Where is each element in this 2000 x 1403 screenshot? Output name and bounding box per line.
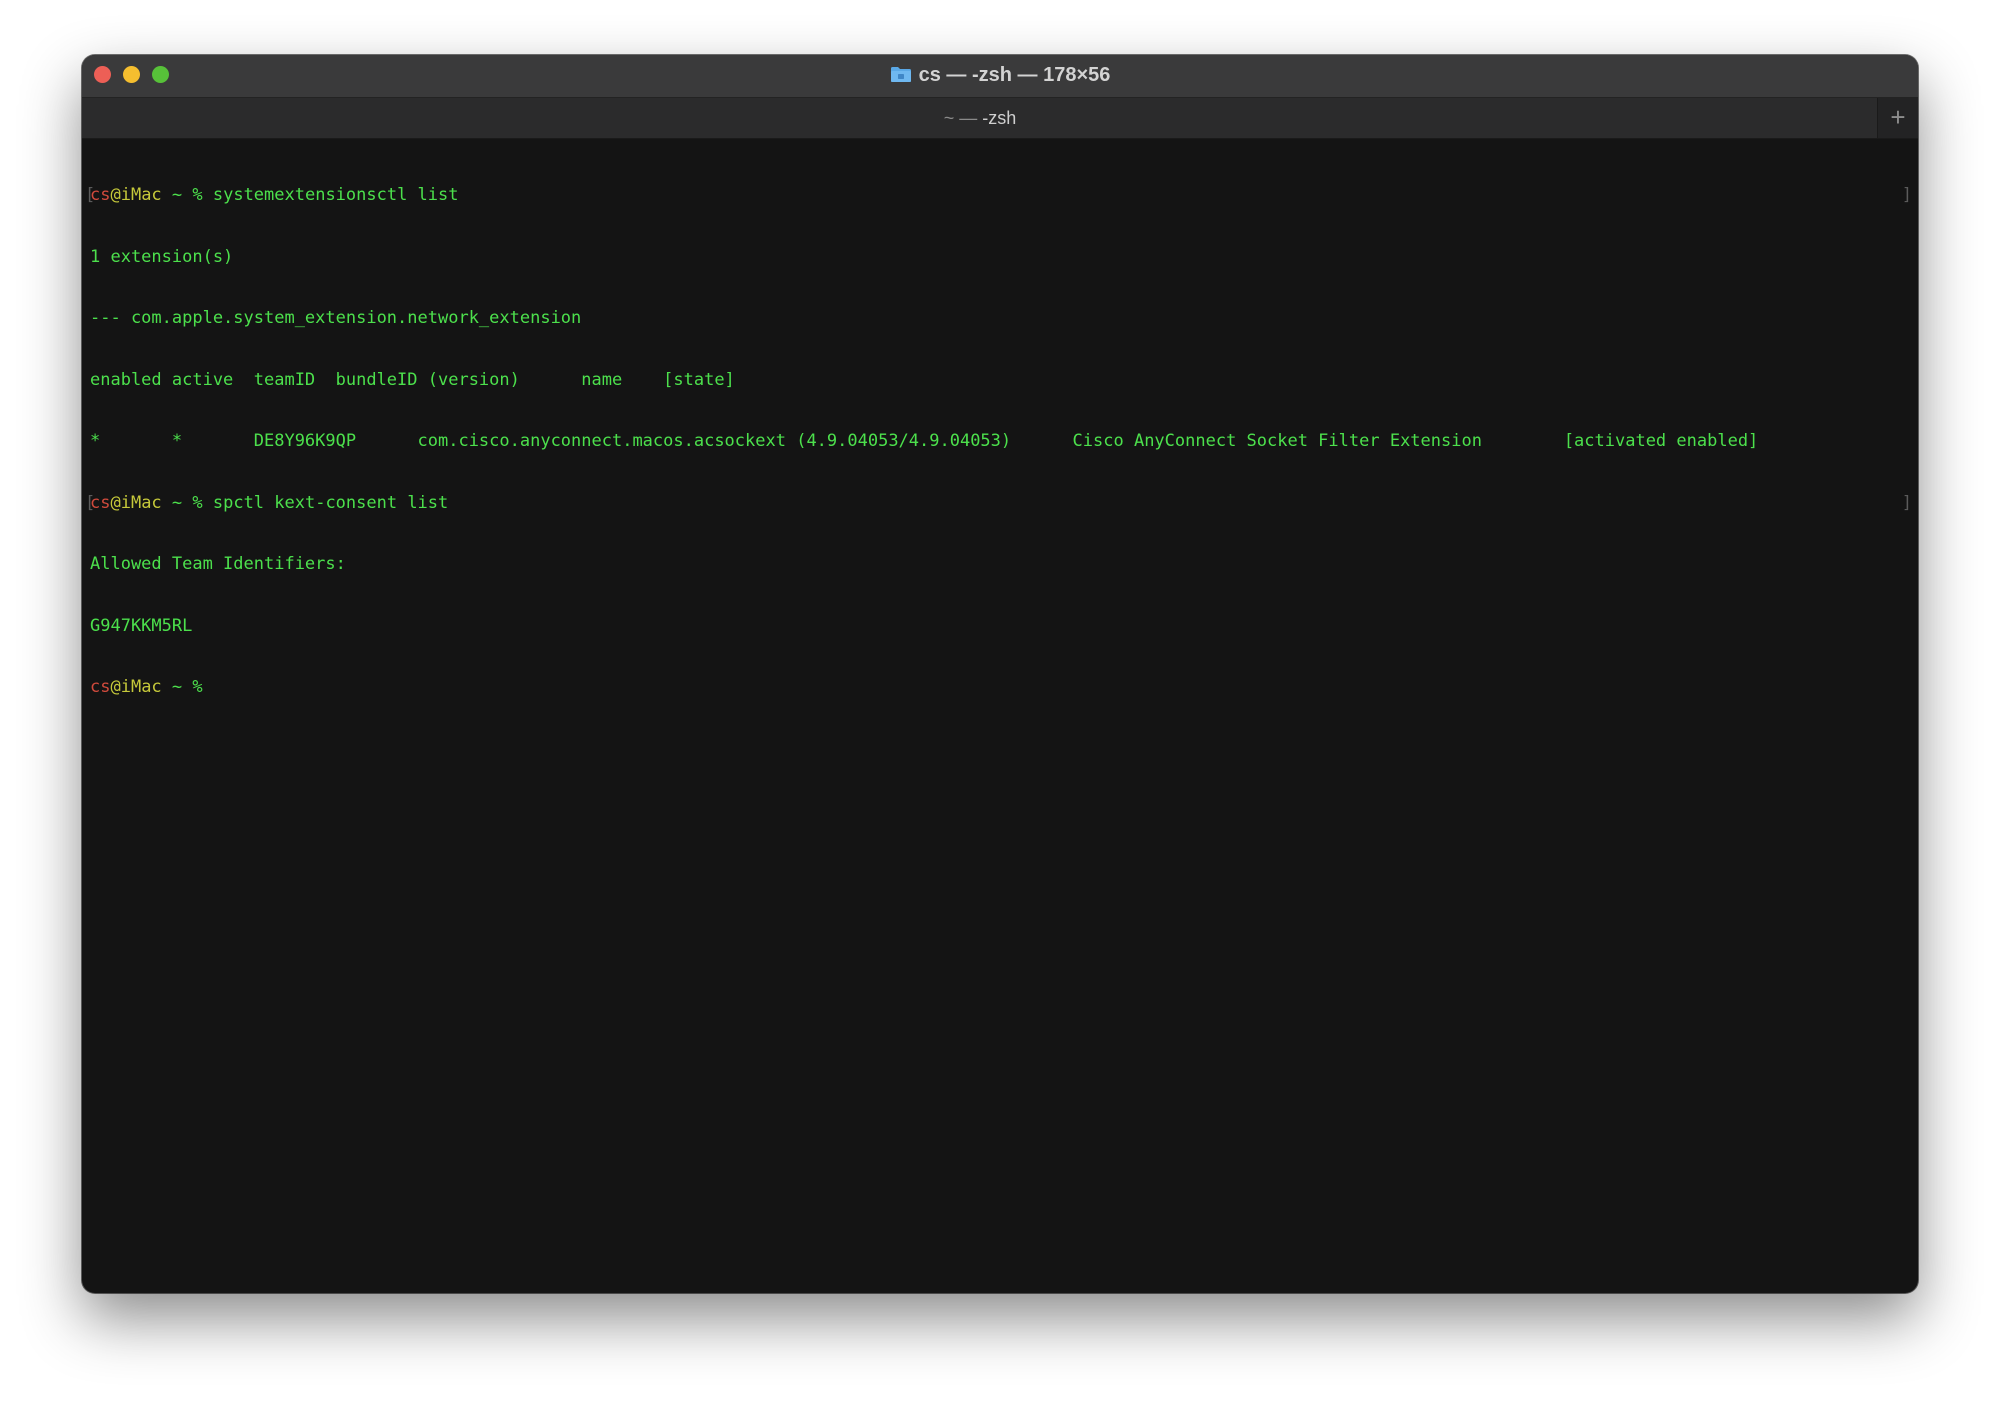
prompt-line[interactable]: cs@iMac ~ % xyxy=(90,677,1918,698)
mark-bracket-left: [ xyxy=(85,492,96,513)
prompt-symbol: ~ % xyxy=(161,677,213,697)
prompt-line: [cs@iMac ~ % spctl kext-consent list] xyxy=(85,492,1918,514)
tab-zsh[interactable]: ~ — -zsh xyxy=(82,98,1878,138)
command-text: systemextensionsctl list xyxy=(212,185,459,205)
output-line: G947KKM5RL xyxy=(90,615,193,636)
terminal-window: cs — -zsh — 178×56 ~ — -zsh + [cs@iMac ~… xyxy=(82,55,1918,1293)
mark-bracket-right: ] xyxy=(1901,185,1912,205)
prompt-host: @iMac xyxy=(110,185,162,205)
new-tab-button[interactable]: + xyxy=(1877,98,1918,138)
prompt-user: cs xyxy=(90,677,111,697)
output-line: enabled active teamID bundleID (version)… xyxy=(90,369,735,390)
prompt-host: @iMac xyxy=(110,492,162,513)
prompt-symbol: ~ % xyxy=(161,492,213,513)
prompt-line: [cs@iMac ~ % systemextensionsctl list] xyxy=(85,185,1918,206)
output-line: 1 extension(s) xyxy=(90,246,234,267)
window-title: cs — -zsh — 178×56 xyxy=(82,62,1918,88)
mark-bracket-left: [ xyxy=(85,185,96,205)
tab-separator: — xyxy=(959,108,978,128)
folder-icon xyxy=(890,66,912,83)
prompt-host: @iMac xyxy=(110,677,162,697)
output-line: Allowed Team Identifiers: xyxy=(90,554,346,574)
prompt-symbol: ~ % xyxy=(161,185,213,205)
window-title-text: cs — -zsh — 178×56 xyxy=(918,64,1111,86)
tab-bar: ~ — -zsh + xyxy=(82,97,1918,139)
command-text: spctl kext-consent list xyxy=(212,492,449,513)
output-line: --- com.apple.system_extension.network_e… xyxy=(90,308,582,328)
title-bar[interactable]: cs — -zsh — 178×56 xyxy=(82,55,1918,97)
mark-bracket-right: ] xyxy=(1901,492,1912,513)
output-line: * * DE8Y96K9QP com.cisco.anyconnect.maco… xyxy=(90,431,1759,451)
plus-icon: + xyxy=(1890,102,1906,132)
tab-path: ~ xyxy=(943,108,955,128)
tab-label: -zsh xyxy=(982,108,1017,128)
terminal-output[interactable]: [cs@iMac ~ % systemextensionsctl list] 1… xyxy=(82,139,1918,1293)
